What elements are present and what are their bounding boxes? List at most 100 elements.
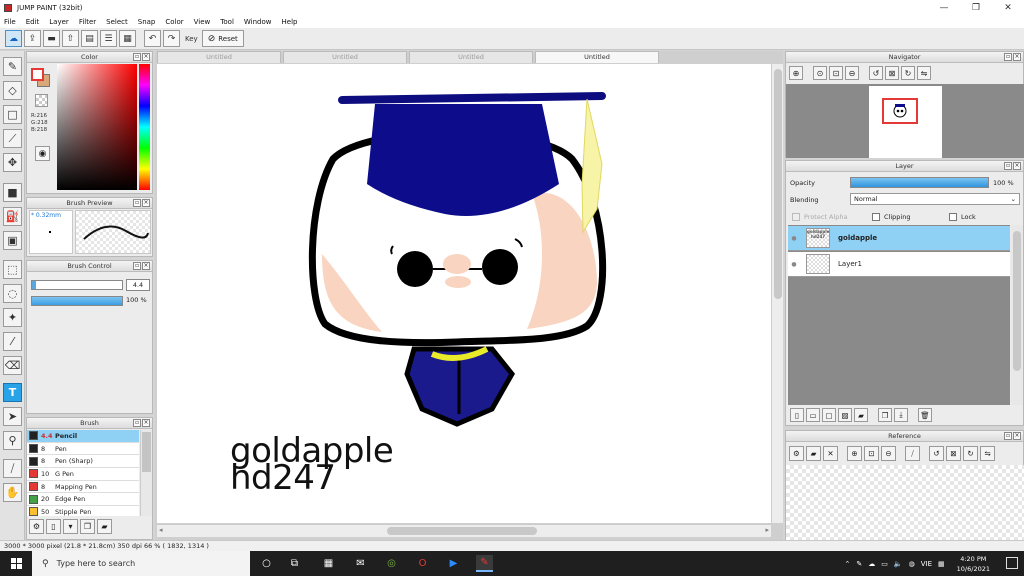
zoom-in-icon[interactable]: ⊕: [789, 66, 803, 80]
upload-icon[interactable]: ⇧: [62, 30, 79, 47]
reference-settings-icon[interactable]: ⚙: [789, 446, 804, 461]
layer-list-scrollbar[interactable]: [1011, 225, 1023, 405]
ref-flip-icon[interactable]: ⇋: [980, 446, 995, 461]
bucket-tool-icon[interactable]: ⛽: [3, 207, 22, 226]
operation-tool-icon[interactable]: ➤: [3, 407, 22, 426]
close-button[interactable]: ✕: [992, 0, 1024, 15]
drawing-canvas[interactable]: goldapple hd247: [157, 64, 771, 523]
menu-layer[interactable]: Layer: [49, 18, 69, 26]
new-folder-icon[interactable]: ▰: [854, 408, 868, 422]
tab-untitled-4[interactable]: Untitled: [535, 51, 659, 63]
saturation-value-picker[interactable]: [57, 64, 137, 190]
brush-settings-icon[interactable]: ⚙: [29, 519, 44, 534]
ref-rotate-left-icon[interactable]: ↺: [929, 446, 944, 461]
panel-float-icon[interactable]: ▫: [133, 199, 141, 207]
tray-chevron-icon[interactable]: ⌃: [845, 560, 851, 568]
volume-icon[interactable]: 🔈: [894, 560, 903, 568]
panel-float-icon[interactable]: ▫: [1004, 53, 1012, 61]
panel-close-icon[interactable]: ×: [142, 262, 150, 270]
ref-eyedropper-icon[interactable]: ⧸: [905, 446, 920, 461]
fit-icon[interactable]: ⊡: [829, 66, 843, 80]
visibility-icon[interactable]: ●: [788, 235, 800, 242]
lock-checkbox[interactable]: Lock: [949, 213, 976, 221]
protect-alpha-checkbox[interactable]: Protect Alpha: [792, 213, 848, 221]
tab-untitled-1[interactable]: Untitled: [157, 51, 281, 63]
line-tool-icon[interactable]: ⟋: [3, 129, 22, 148]
ref-rotate-right-icon[interactable]: ↻: [963, 446, 978, 461]
brush-opacity-slider[interactable]: [31, 296, 123, 306]
brush-folder-icon[interactable]: ▰: [97, 519, 112, 534]
select-eraser-tool-icon[interactable]: ⌫: [3, 356, 22, 375]
menu-snap[interactable]: Snap: [138, 18, 156, 26]
menu-color[interactable]: Color: [165, 18, 183, 26]
battery-icon[interactable]: ▭: [881, 560, 888, 568]
comment-icon[interactable]: ▬: [43, 30, 60, 47]
scroll-right-icon[interactable]: ▸: [765, 526, 769, 534]
ref-rotate-reset-icon[interactable]: ⊠: [946, 446, 961, 461]
text-tool-icon[interactable]: T: [3, 383, 22, 402]
panel-close-icon[interactable]: ×: [142, 53, 150, 61]
tab-untitled-2[interactable]: Untitled: [283, 51, 407, 63]
fill-rect-tool-icon[interactable]: ■: [3, 183, 22, 202]
navigator-view[interactable]: [786, 84, 1024, 158]
panel-float-icon[interactable]: ▫: [1004, 162, 1012, 170]
menu-file[interactable]: File: [4, 18, 16, 26]
rotate-reset-icon[interactable]: ⊠: [885, 66, 899, 80]
zoom-app-icon[interactable]: ▶: [445, 555, 462, 572]
copy-brush-icon[interactable]: ❐: [80, 519, 95, 534]
transparent-swatch[interactable]: [35, 94, 48, 107]
taskbar-search[interactable]: ⚲ Type here to search: [32, 551, 250, 576]
lasso-tool-icon[interactable]: ◌: [3, 284, 22, 303]
brush-item[interactable]: 8 Mapping Pen: [27, 481, 139, 494]
new-brush-icon[interactable]: ▯: [46, 519, 61, 534]
mail-icon[interactable]: ✉: [352, 555, 369, 572]
blending-select[interactable]: Normal ⌄: [850, 193, 1020, 205]
reset-button[interactable]: ⊘ Reset: [201, 30, 244, 47]
brush-item[interactable]: 8 Pen (Sharp): [27, 455, 139, 469]
canvas-horizontal-scrollbar[interactable]: ◂ ▸: [157, 524, 771, 537]
ref-fit-icon[interactable]: ⊡: [864, 446, 879, 461]
redo-icon[interactable]: ↷: [163, 30, 180, 47]
brush-item[interactable]: 50 Stipple Pen: [27, 506, 139, 516]
eraser-tool-icon[interactable]: ◇: [3, 81, 22, 100]
panel-close-icon[interactable]: ×: [142, 419, 150, 427]
rotate-left-icon[interactable]: ↺: [869, 66, 883, 80]
minimize-button[interactable]: —: [928, 0, 960, 15]
brush-menu-icon[interactable]: ▾: [63, 519, 78, 534]
select-rect-tool-icon[interactable]: ⬚: [3, 260, 22, 279]
foreground-color-swatch[interactable]: [31, 68, 44, 81]
new-8bit-layer-icon[interactable]: ▭: [806, 408, 820, 422]
list-icon[interactable]: ☰: [100, 30, 117, 47]
brush-list-scrollbar[interactable]: [140, 430, 152, 516]
task-view-icon[interactable]: ⧉: [286, 555, 303, 572]
duplicate-layer-icon[interactable]: ❐: [878, 408, 892, 422]
opera-icon[interactable]: O: [414, 555, 431, 572]
new-1bit-layer-icon[interactable]: ▢: [822, 408, 836, 422]
zoom-out-icon[interactable]: ⊖: [845, 66, 859, 80]
panel-float-icon[interactable]: ▫: [133, 419, 141, 427]
start-button[interactable]: [0, 551, 32, 576]
gradient-tool-icon[interactable]: ▣: [3, 231, 22, 250]
brush-tool-icon[interactable]: ✎: [3, 57, 22, 76]
new-layer-icon[interactable]: ▯: [790, 408, 804, 422]
panel-close-icon[interactable]: ×: [1013, 432, 1021, 440]
panel-close-icon[interactable]: ×: [1013, 53, 1021, 61]
layer-row-goldapple[interactable]: ● goldapple hd247 goldapple: [788, 226, 1010, 251]
panel-float-icon[interactable]: ▫: [1004, 432, 1012, 440]
clipping-checkbox[interactable]: Clipping: [872, 213, 910, 221]
menu-view[interactable]: View: [194, 18, 211, 26]
menu-filter[interactable]: Filter: [79, 18, 96, 26]
jump-paint-taskbar-icon[interactable]: ✎: [476, 555, 493, 572]
panel-close-icon[interactable]: ×: [142, 199, 150, 207]
eyedropper-tool-icon[interactable]: ⚲: [3, 431, 22, 450]
ref-zoom-in-icon[interactable]: ⊕: [847, 446, 862, 461]
menu-select[interactable]: Select: [106, 18, 128, 26]
rotate-right-icon[interactable]: ↻: [901, 66, 915, 80]
shape-tool-icon[interactable]: □: [3, 105, 22, 124]
layer-row-layer1[interactable]: ● Layer1: [788, 252, 1010, 277]
magic-wand-tool-icon[interactable]: ✦: [3, 308, 22, 327]
menu-help[interactable]: Help: [282, 18, 298, 26]
move-tool-icon[interactable]: ✥: [3, 153, 22, 172]
brush-item[interactable]: 10 G Pen: [27, 468, 139, 481]
navigator-viewport-rect[interactable]: [882, 98, 918, 124]
